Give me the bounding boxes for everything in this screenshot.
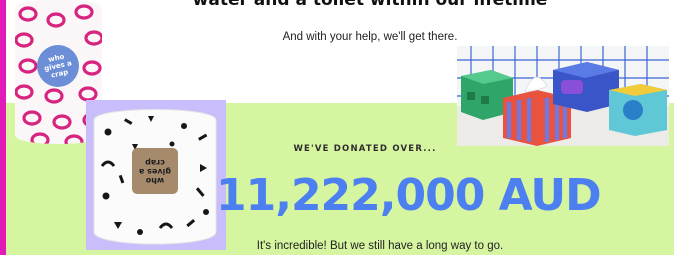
toilet-roll-black-pattern-image: who gives a crap xyxy=(93,109,217,245)
svg-text:gives a: gives a xyxy=(139,167,171,176)
svg-text:crap: crap xyxy=(145,158,165,167)
section-heading: water and a toilet within our lifetime xyxy=(192,0,548,10)
section-subheading: And with your help, we'll get there. xyxy=(282,31,458,43)
donation-footnote: It's incredible! But we still have a lon… xyxy=(256,240,504,252)
tissue-boxes-image xyxy=(457,46,669,146)
svg-text:who: who xyxy=(145,176,164,185)
donation-amount: 11,222,000 AUD xyxy=(216,170,602,221)
donated-label: WE'VE DONATED OVER... xyxy=(293,144,437,154)
